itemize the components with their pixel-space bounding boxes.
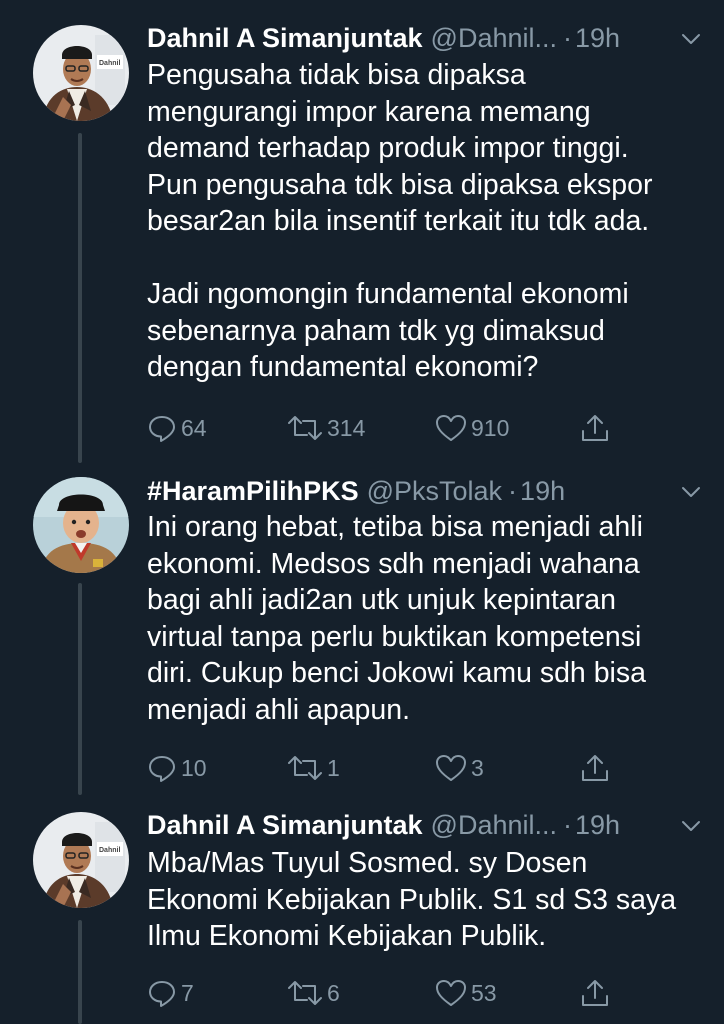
reply-button[interactable]: 7 xyxy=(147,975,194,1011)
reply-icon xyxy=(149,416,175,442)
like-button[interactable]: 3 xyxy=(435,750,484,786)
reply-count: 64 xyxy=(181,414,207,441)
tweet-actions: 10 1 3 xyxy=(147,750,627,786)
user-handle[interactable]: @Dahnil... xyxy=(431,810,557,841)
like-count: 53 xyxy=(471,979,497,1006)
like-button[interactable]: 910 xyxy=(435,410,509,446)
timestamp[interactable]: 19h xyxy=(520,476,565,507)
avatar[interactable]: Dahnil xyxy=(33,25,129,121)
retweet-button[interactable]: 314 xyxy=(287,410,365,446)
retweet-count: 1 xyxy=(327,754,340,781)
share-icon xyxy=(582,980,608,1006)
tweet-header: Dahnil A Simanjuntak @Dahnil... · 19h xyxy=(147,18,704,58)
like-count: 910 xyxy=(471,414,510,441)
retweet-icon xyxy=(288,756,322,780)
tweet-header: Dahnil A Simanjuntak @Dahnil... · 19h xyxy=(147,805,704,845)
tweet-actions: 64 314 910 xyxy=(147,410,627,446)
like-button[interactable]: 53 xyxy=(435,975,497,1011)
share-icon xyxy=(582,415,608,441)
retweet-icon xyxy=(288,981,322,1005)
reply-button[interactable]: 64 xyxy=(147,410,207,446)
user-avatar-photo: Dahnil xyxy=(33,25,129,121)
thread-line xyxy=(78,133,82,463)
timestamp[interactable]: 19h xyxy=(575,810,620,841)
tweet[interactable]: Dahnil Dahnil A Simanjuntak @Dahnil... ·… xyxy=(0,0,724,470)
retweet-button[interactable]: 6 xyxy=(287,975,340,1011)
thread-line xyxy=(78,583,82,795)
reply-button[interactable]: 10 xyxy=(147,750,207,786)
user-avatar-photo: Dahnil xyxy=(33,812,129,908)
tweet[interactable]: Dahnil Dahnil A Simanjuntak @Dahnil... ·… xyxy=(0,800,724,1024)
user-avatar-photo xyxy=(33,477,129,573)
share-button[interactable] xyxy=(579,750,611,786)
timestamp[interactable]: 19h xyxy=(575,23,620,54)
reply-count: 10 xyxy=(181,754,207,781)
separator-dot: · xyxy=(508,475,518,506)
chevron-down-icon[interactable] xyxy=(680,815,702,837)
heart-icon xyxy=(436,755,466,781)
tweet-text: Mba/Mas Tuyul Sosmed. sy Dosen Ekonomi K… xyxy=(147,847,677,952)
retweet-icon xyxy=(288,416,322,440)
display-name[interactable]: Dahnil A Simanjuntak xyxy=(147,810,423,841)
display-name[interactable]: Dahnil A Simanjuntak xyxy=(147,23,423,54)
heart-icon xyxy=(436,980,466,1006)
avatar[interactable] xyxy=(33,477,129,573)
retweet-count: 6 xyxy=(327,979,340,1006)
tweet-header: #HaramPilihPKS @PksTolak · 19h xyxy=(147,471,704,511)
share-button[interactable] xyxy=(579,975,611,1011)
user-handle[interactable]: @Dahnil... xyxy=(431,23,557,54)
like-count: 3 xyxy=(471,754,484,781)
reply-icon xyxy=(149,756,175,782)
thread-line xyxy=(78,920,82,1024)
share-icon xyxy=(582,755,608,781)
tweet-text: Ini orang hebat, tetiba bisa menjadi ahl… xyxy=(147,511,646,726)
separator-dot: · xyxy=(563,809,573,840)
display-name[interactable]: #HaramPilihPKS xyxy=(147,476,359,507)
user-handle[interactable]: @PksTolak xyxy=(367,476,502,507)
share-button[interactable] xyxy=(579,410,611,446)
separator-dot: · xyxy=(563,22,573,53)
heart-icon xyxy=(436,415,466,441)
reply-count: 7 xyxy=(181,979,194,1006)
avatar[interactable]: Dahnil xyxy=(33,812,129,908)
avatar-watermark: Dahnil xyxy=(99,847,120,854)
retweet-button[interactable]: 1 xyxy=(287,750,340,786)
retweet-count: 314 xyxy=(327,414,366,441)
tweet-actions: 7 6 53 xyxy=(147,975,627,1011)
chevron-down-icon[interactable] xyxy=(680,481,702,503)
chevron-down-icon[interactable] xyxy=(680,28,702,50)
tweet-text: Pengusaha tidak bisa dipaksa mengurangi … xyxy=(147,59,653,383)
tweet[interactable]: #HaramPilihPKS @PksTolak · 19h Ini orang… xyxy=(0,470,724,800)
reply-icon xyxy=(149,981,175,1007)
avatar-watermark: Dahnil xyxy=(99,60,120,67)
